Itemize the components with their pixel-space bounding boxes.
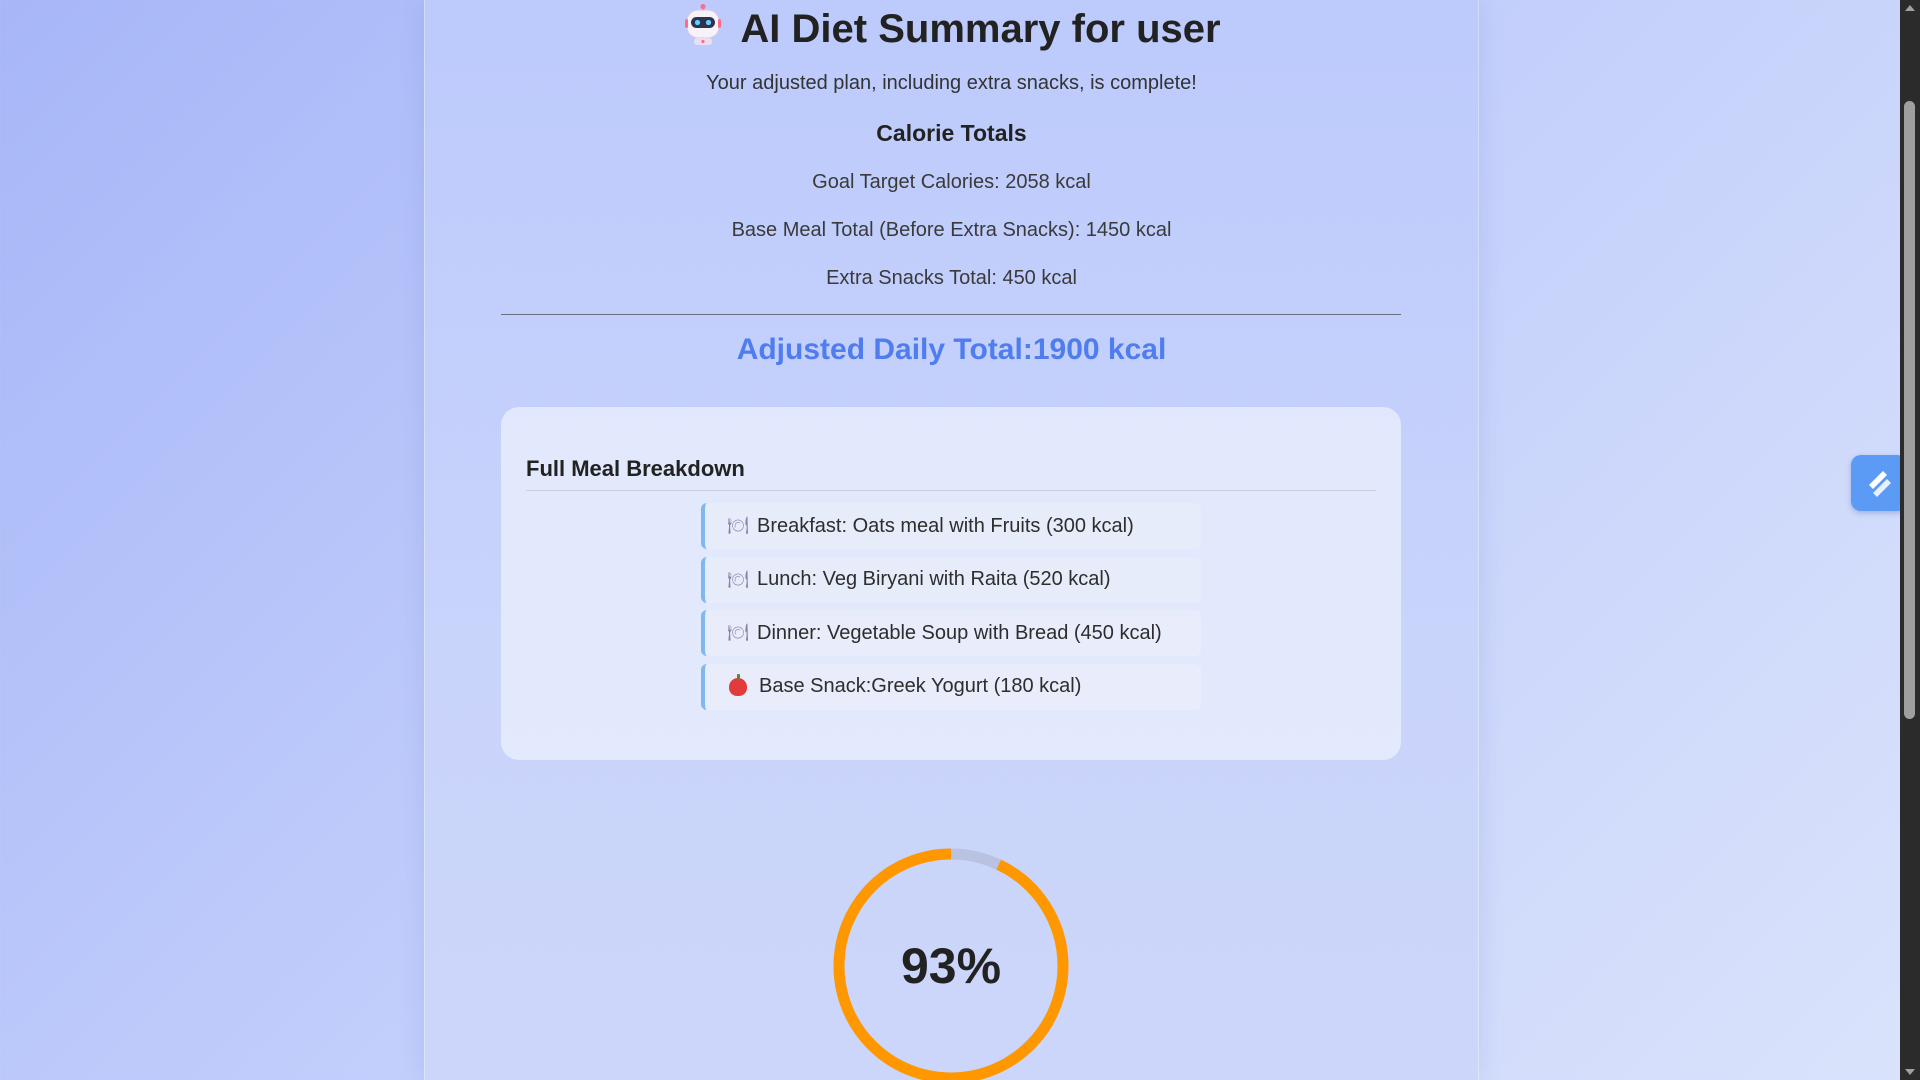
robot-icon — [685, 4, 722, 45]
plate-icon: 🍽 — [727, 516, 749, 535]
scrollbar-thumb[interactable] — [1904, 101, 1915, 719]
apple-icon — [729, 673, 747, 696]
meal-item-breakfast: 🍽 Breakfast: Oats meal with Fruits (300 … — [701, 503, 1201, 549]
meal-breakdown-heading: Full Meal Breakdown — [526, 456, 745, 481]
extra-snacks-total: Extra Snacks Total: 450 kcal — [826, 267, 1077, 289]
calorie-progress-ring: 93% — [832, 847, 1070, 1080]
summary-card: AI Diet Summary for user Your adjusted p… — [424, 0, 1479, 1080]
meal-item-lunch: 🍽 Lunch: Veg Biryani with Raita (520 kca… — [701, 556, 1201, 603]
scroll-up-arrow-icon[interactable] — [1905, 5, 1915, 11]
meal-item-text: Lunch: Veg Biryani with Raita (520 kcal) — [757, 568, 1111, 590]
meal-item-text: Dinner: Vegetable Soup with Bread (450 k… — [757, 621, 1162, 644]
plate-icon: 🍽 — [727, 569, 749, 589]
adjusted-daily-total: Adjusted Daily Total:1900 kcal — [736, 333, 1167, 366]
page-title: AI Diet Summary for user — [425, 4, 1478, 53]
progress-percentage: 93% — [900, 938, 1002, 994]
meal-item-text: Base Snack:Greek Yogurt (180 kcal) — [759, 675, 1082, 697]
plate-icon: 🍽 — [727, 623, 749, 642]
meal-list: 🍽 Breakfast: Oats meal with Fruits (300 … — [701, 503, 1201, 717]
meal-breakdown-panel: Full Meal Breakdown 🍽 Breakfast: Oats me… — [501, 407, 1401, 760]
page-title-text: AI Diet Summary for user — [740, 7, 1221, 51]
goal-target-calories: Goal Target Calories: 2058 kcal — [812, 171, 1091, 193]
plan-status-message: Your adjusted plan, including extra snac… — [706, 72, 1197, 94]
meal-item-dinner: 🍽 Dinner: Vegetable Soup with Bread (450… — [701, 610, 1201, 656]
meal-item-base-snack: Base Snack:Greek Yogurt (180 kcal) — [701, 663, 1201, 710]
scroll-down-arrow-icon[interactable] — [1905, 1069, 1915, 1075]
meal-item-text: Breakfast: Oats meal with Fruits (300 kc… — [757, 514, 1134, 537]
floating-extension-button[interactable] — [1851, 455, 1907, 511]
meal-breakdown-divider — [526, 490, 1376, 491]
totals-divider — [501, 314, 1401, 315]
base-meal-total: Base Meal Total (Before Extra Snacks): 1… — [731, 219, 1172, 241]
vertical-scrollbar[interactable] — [1900, 0, 1920, 1080]
lightning-slash-icon — [1869, 471, 1891, 497]
calorie-totals-heading: Calorie Totals — [876, 120, 1027, 146]
